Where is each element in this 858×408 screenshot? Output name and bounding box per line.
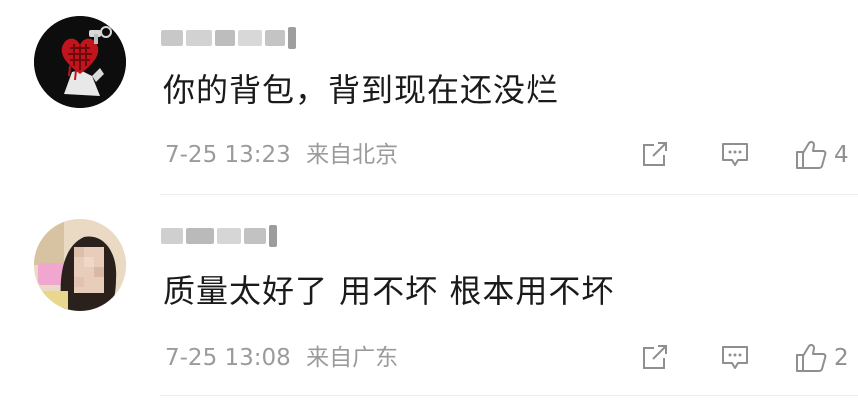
thumbs-up-icon xyxy=(796,343,827,372)
comment-location: 来自北京 xyxy=(306,142,399,168)
share-icon xyxy=(643,142,667,166)
username-blurred[interactable] xyxy=(161,225,277,247)
comment-icon xyxy=(722,346,748,369)
avatar[interactable] xyxy=(34,219,126,311)
share-button[interactable] xyxy=(640,342,670,372)
comment-item: 你的背包，背到现在还没烂 7-25 13:23 来自北京 4 xyxy=(0,0,858,195)
comment-icon xyxy=(722,143,748,166)
grenade-heart-icon xyxy=(34,16,126,108)
avatar[interactable] xyxy=(34,16,126,108)
portrait-image xyxy=(34,219,126,311)
comment-time: 7-25 13:23 xyxy=(165,142,291,168)
share-button[interactable] xyxy=(640,139,670,169)
comment-text: 质量太好了 用不坏 根本用不坏 xyxy=(163,272,615,310)
reply-button[interactable] xyxy=(720,342,750,372)
reply-button[interactable] xyxy=(720,139,750,169)
username-blurred[interactable] xyxy=(161,27,296,49)
comment-item: 质量太好了 用不坏 根本用不坏 7-25 13:08 来自广东 2 xyxy=(0,195,858,408)
share-icon xyxy=(643,345,667,369)
comment-location: 来自广东 xyxy=(306,345,399,371)
comment-meta: 7-25 13:23 来自北京 xyxy=(165,140,398,170)
like-count: 2 xyxy=(834,345,849,371)
comment-time: 7-25 13:08 xyxy=(165,345,291,371)
like-button[interactable]: 2 xyxy=(794,342,849,374)
thumbs-up-icon xyxy=(796,140,827,169)
comment-text: 你的背包，背到现在还没烂 xyxy=(163,71,560,109)
like-button[interactable]: 4 xyxy=(794,139,849,171)
like-count: 4 xyxy=(834,142,849,168)
divider xyxy=(160,395,858,396)
comment-meta: 7-25 13:08 来自广东 xyxy=(165,343,398,373)
